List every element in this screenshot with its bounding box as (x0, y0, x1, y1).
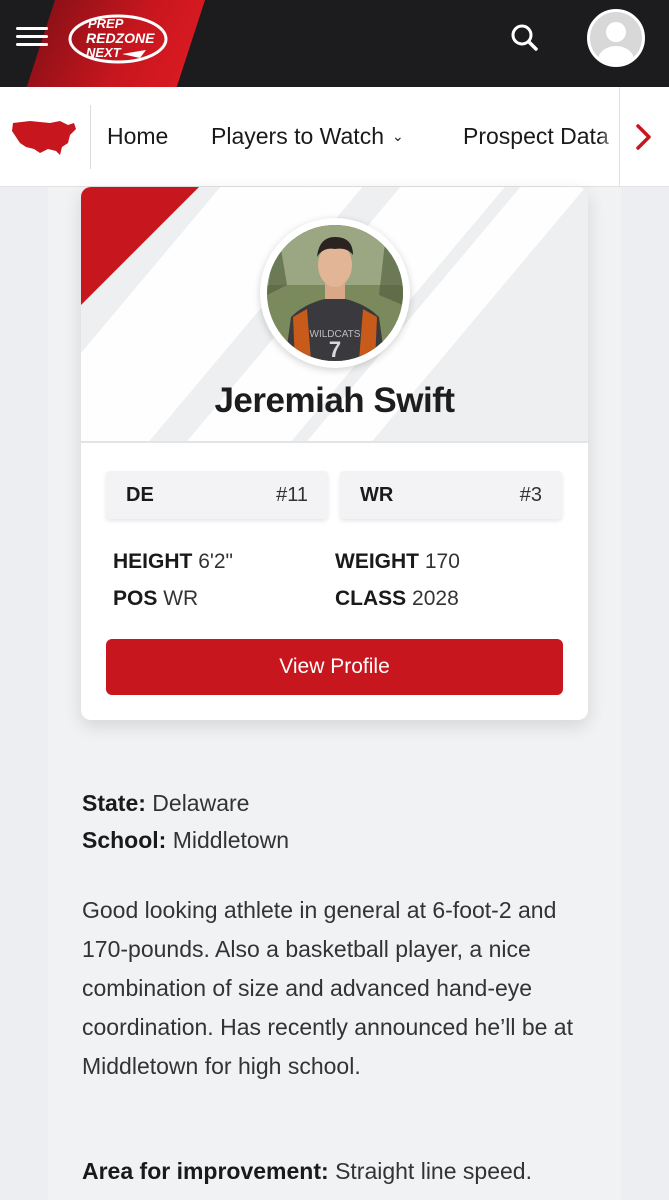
svg-text:NEXT: NEXT (86, 45, 122, 60)
nav-item-label: Players to Watch (211, 123, 384, 149)
red-corner-accent (81, 187, 199, 305)
stat-label: WEIGHT (335, 550, 419, 573)
player-bio: Good looking athlete in general at 6-foo… (82, 897, 573, 1079)
player-photo[interactable]: WILDCATS 7 (267, 225, 403, 361)
position-label: WR (360, 484, 394, 506)
chevron-down-icon: ⌄ (391, 128, 404, 144)
info-label: State: (82, 790, 146, 816)
stat-label: POS (113, 587, 158, 610)
search-icon[interactable] (507, 20, 543, 56)
info-value: Straight line speed. (335, 1158, 532, 1184)
nav-item-label: Home (107, 123, 169, 149)
nav-fade (600, 87, 619, 186)
info-label: Area for improvement: (82, 1158, 329, 1184)
area-for-improvement: Area for improvement: Straight line spee… (82, 1158, 532, 1185)
stat-label: CLASS (335, 587, 407, 610)
usa-map-icon[interactable] (10, 117, 78, 159)
hamburger-icon[interactable] (14, 22, 50, 52)
jersey-number: #3 (519, 484, 542, 506)
position-tag-de: DE #11 (106, 471, 328, 519)
player-card-header: WILDCATS 7 Jeremiah Swift (81, 187, 588, 443)
nav-item-prospect-data[interactable]: Prospect Data (463, 123, 609, 150)
stat-weight: WEIGHT 170 (335, 550, 460, 574)
info-school: School: Middletown (82, 827, 289, 854)
stat-value: 2028 (412, 587, 459, 610)
nav-item-players-to-watch[interactable]: Players to Watch ⌄ (211, 123, 404, 150)
nav-item-label: Prospect Data (463, 123, 609, 149)
svg-text:REDZONE: REDZONE (86, 30, 155, 46)
stat-pos: POS WR (113, 587, 198, 611)
player-card: WILDCATS 7 Jeremiah Swift DE #11 WR #3 H… (81, 187, 588, 720)
info-value: Middletown (172, 827, 290, 853)
nav-bar: Home Players to Watch ⌄ Prospect Data (0, 87, 669, 187)
stat-class: CLASS 2028 (335, 587, 459, 611)
stat-value: WR (163, 587, 199, 610)
position-label: DE (126, 484, 154, 506)
position-tag-wr: WR #3 (340, 471, 562, 519)
stat-label: HEIGHT (113, 550, 193, 573)
site-logo[interactable]: PREP REDZONE NEXT (66, 10, 170, 66)
nav-item-home[interactable]: Home (107, 123, 168, 150)
nav-divider (90, 105, 91, 169)
user-avatar-icon[interactable] (587, 9, 645, 67)
svg-text:7: 7 (329, 337, 341, 361)
info-state: State: Delaware (82, 790, 249, 817)
nav-scroll-next-button[interactable] (619, 87, 669, 186)
info-value: Delaware (152, 790, 250, 816)
player-name: Jeremiah Swift (214, 381, 455, 420)
svg-text:PREP: PREP (88, 16, 124, 31)
top-bar: PREP REDZONE NEXT (0, 0, 669, 87)
jersey-number: #11 (276, 484, 308, 506)
stat-height: HEIGHT 6'2" (113, 550, 233, 574)
stat-value: 170 (424, 550, 460, 573)
info-label: School: (82, 827, 167, 853)
view-profile-button[interactable]: View Profile (106, 639, 563, 695)
chevron-right-icon (636, 124, 651, 150)
stat-value: 6'2" (198, 550, 234, 573)
player-photo-frame: WILDCATS 7 (260, 218, 410, 368)
